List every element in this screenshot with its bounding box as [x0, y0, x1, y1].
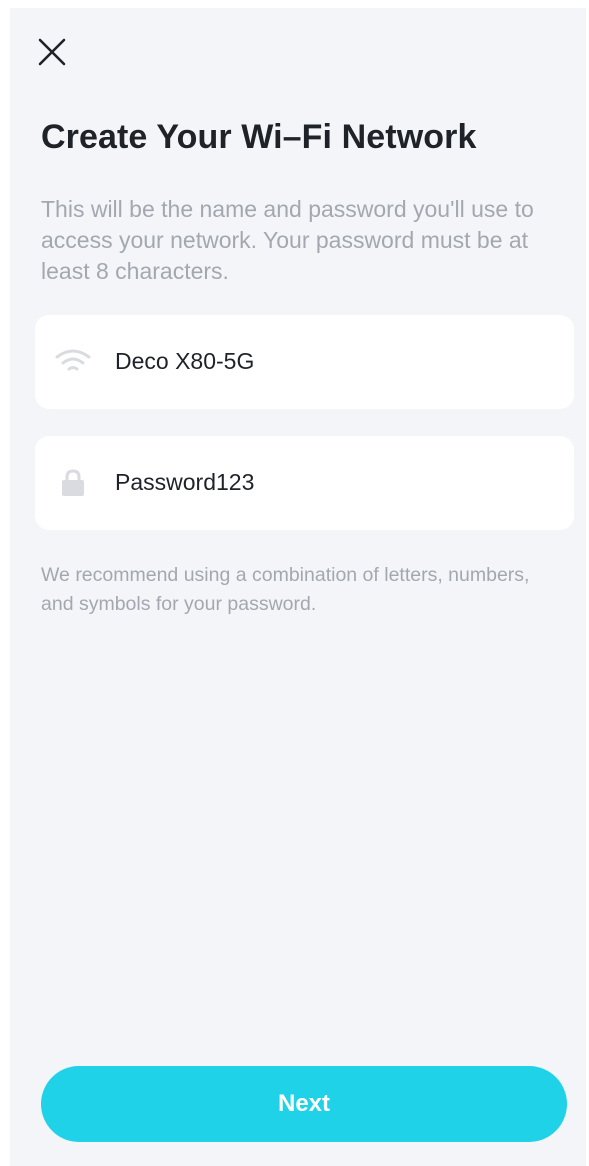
close-button[interactable]: [34, 34, 70, 70]
wifi-setup-screen: Create Your Wi–Fi Network This will be t…: [10, 8, 586, 1166]
password-field[interactable]: [35, 436, 574, 530]
close-icon: [38, 38, 66, 66]
page-title: Create Your Wi–Fi Network: [41, 118, 477, 156]
password-input[interactable]: [115, 462, 545, 502]
page-description: This will be the name and password you'l…: [41, 196, 534, 284]
wifi-icon: [53, 346, 93, 378]
next-button[interactable]: Next: [41, 1066, 567, 1142]
network-name-field[interactable]: [35, 315, 574, 409]
network-name-input[interactable]: [115, 341, 545, 381]
lock-icon: [53, 467, 93, 499]
password-hint: We recommend using a combination of lett…: [41, 564, 530, 615]
